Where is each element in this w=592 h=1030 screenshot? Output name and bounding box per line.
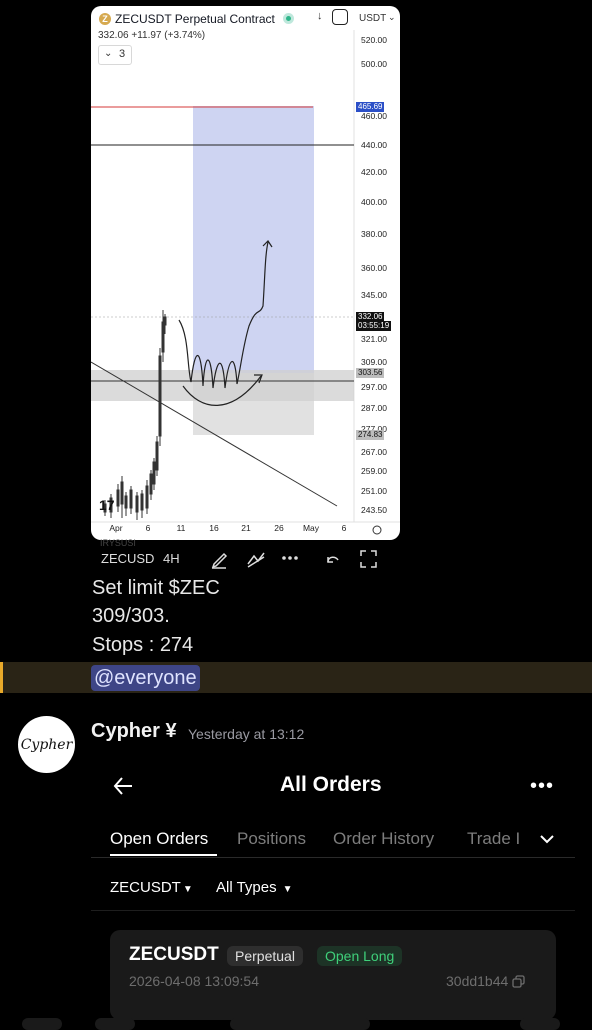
toolbar-interval[interactable]: 4H	[163, 551, 180, 566]
y-tick: 251.00	[361, 486, 387, 496]
message-timestamp: Yesterday at 13:12	[188, 726, 305, 742]
symbol-filter-label: ZECUSDT	[110, 879, 181, 896]
order-type-badge: Perpetual	[227, 946, 303, 966]
candles	[103, 310, 167, 520]
y-tick: 259.00	[361, 466, 387, 476]
y-tick: 267.00	[361, 447, 387, 457]
y-tick: 440.00	[361, 140, 387, 150]
avatar[interactable]: Cypher	[18, 716, 75, 773]
stop-price-label: 274.83	[356, 430, 385, 440]
x-tick: 11	[176, 523, 186, 533]
settings-icon	[372, 525, 382, 535]
y-tick: 309.00	[361, 357, 387, 367]
y-tick: 400.00	[361, 197, 387, 207]
type-filter-label: All Types	[216, 879, 277, 896]
y-tick: 460.00	[361, 111, 387, 121]
tab-open-orders[interactable]: Open Orders	[110, 829, 208, 849]
x-tick: 6	[145, 523, 151, 533]
undo-icon	[327, 556, 339, 563]
order-id-value: 30dd1b44	[446, 973, 509, 989]
pencil-icon	[211, 552, 228, 569]
y-tick: 360.00	[361, 263, 387, 273]
message-line-1: Set limit $ZEC	[92, 577, 220, 599]
caret-down-icon: ▼	[282, 884, 293, 895]
toolbar-symbol[interactable]: ZECUSD	[101, 551, 154, 566]
y-tick: 345.00	[361, 290, 387, 300]
x-tick: 6	[341, 523, 347, 533]
everyone-mention[interactable]: @everyone	[91, 665, 200, 691]
tradingview-watermark: 17	[99, 497, 115, 513]
position-profit-zone	[193, 106, 314, 373]
countdown-label: 03:55:19	[356, 321, 392, 331]
x-tick: May	[302, 523, 320, 533]
y-tick: 520.00	[361, 35, 387, 45]
x-tick: Apr	[109, 523, 123, 533]
x-tick: 21	[241, 523, 251, 533]
type-filter[interactable]: All Types ▼	[216, 879, 293, 896]
avatar-logo-text: Cypher	[20, 736, 73, 753]
x-tick: 16	[209, 523, 219, 533]
tabs-divider	[91, 857, 575, 858]
y-tick: 297.00	[361, 382, 387, 392]
back-arrow-icon[interactable]	[112, 775, 136, 797]
y-tick: 380.00	[361, 229, 387, 239]
copy-icon[interactable]	[512, 975, 525, 988]
x-tick: 26	[274, 523, 284, 533]
tab-order-history[interactable]: Order History	[333, 829, 434, 849]
order-id[interactable]: 30dd1b44	[446, 973, 525, 989]
order-time: 2026-04-08 13:09:54	[129, 973, 259, 989]
y-tick: 243.50	[361, 505, 387, 515]
tab-positions[interactable]: Positions	[237, 829, 306, 849]
caret-down-icon: ▼	[182, 884, 193, 895]
y-tick: 500.00	[361, 59, 387, 69]
message-line-3: Stops : 274	[92, 634, 194, 656]
y-tick: 287.00	[361, 403, 387, 413]
chevron-down-icon[interactable]	[539, 833, 555, 845]
tab-trade-history[interactable]: Trade I	[467, 829, 527, 849]
orders-title: All Orders	[280, 773, 382, 796]
y-tick: 420.00	[361, 167, 387, 177]
filter-divider	[91, 910, 575, 911]
price-chart: 17	[91, 30, 400, 535]
target-price-label: 465.69	[356, 102, 385, 112]
order-side-badge: Open Long	[317, 946, 403, 966]
username[interactable]: Cypher ¥	[91, 720, 177, 743]
entry-price-label: 303.56	[356, 368, 385, 378]
more-icon	[282, 556, 298, 560]
active-tab-indicator	[110, 854, 217, 856]
trend-draw-icon	[247, 552, 265, 568]
more-icon[interactable]: •••	[530, 775, 554, 798]
chart-toolbar-icons	[211, 550, 377, 569]
chart-screenshot[interactable]: Z ZECUSDT Perpetual Contract ↓ USDT ⌄ 33…	[91, 6, 400, 540]
y-tick: 321.00	[361, 334, 387, 344]
order-symbol: ZECUSDT	[129, 944, 219, 965]
mention-highlight-band	[0, 662, 592, 693]
symbol-filter[interactable]: ZECUSDT ▼	[110, 879, 193, 896]
partial-symbol-label: IRYSUSI	[100, 538, 136, 548]
fullscreen-icon	[360, 550, 377, 568]
message-line-2: 309/303.	[92, 605, 170, 627]
